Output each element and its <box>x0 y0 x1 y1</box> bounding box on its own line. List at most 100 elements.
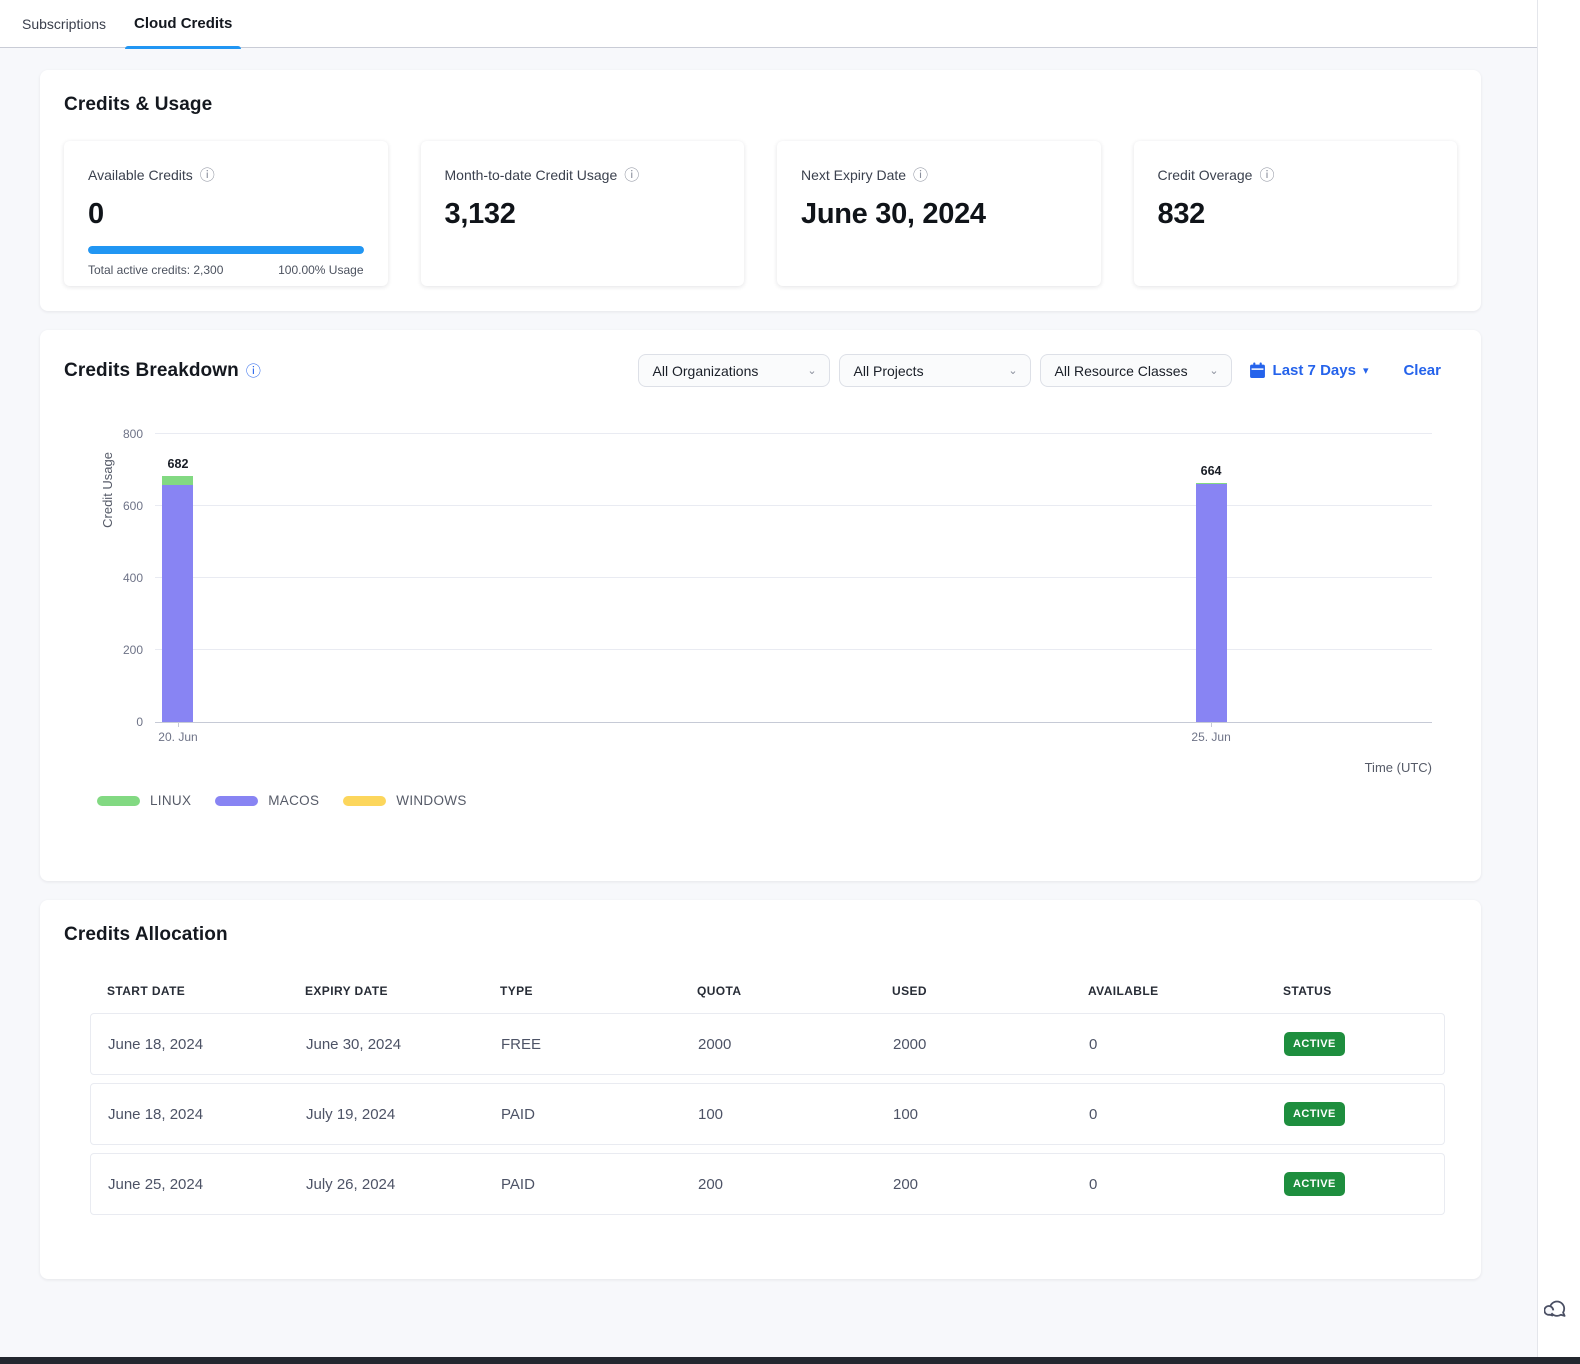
y-axis-tick-label: 200 <box>103 643 143 657</box>
credits-allocation-table: START DATEEXPIRY DATETYPEQUOTAUSEDAVAILA… <box>90 984 1445 1215</box>
quota-cell: 2000 <box>698 1036 893 1053</box>
start-date-cell: June 18, 2024 <box>108 1106 306 1123</box>
table-header-row: START DATEEXPIRY DATETYPEQUOTAUSEDAVAILA… <box>90 984 1445 998</box>
bottom-window-edge <box>0 1357 1580 1364</box>
quota-cell: 200 <box>698 1176 893 1193</box>
x-axis-title: Time (UTC) <box>1365 760 1432 775</box>
info-icon[interactable]: ⓘ <box>246 360 261 381</box>
chevron-down-icon: ⌄ <box>807 364 816 377</box>
breakdown-header: Credits Breakdown ⓘ All Organizations ⌄ … <box>64 354 1457 387</box>
column-header: USED <box>892 984 1088 998</box>
credits-usage-title: Credits & Usage <box>64 94 1457 116</box>
y-axis-tick-label: 400 <box>103 571 143 585</box>
table-row[interactable]: June 18, 2024June 30, 2024FREE200020000A… <box>90 1013 1445 1075</box>
expiry-date-cell: June 30, 2024 <box>306 1036 501 1053</box>
chat-support-button[interactable] <box>1541 1292 1577 1328</box>
chart-plot-area: 020040060080068220. Jun66425. Jun <box>155 435 1432 723</box>
tab-subscriptions[interactable]: Subscriptions <box>22 0 106 48</box>
table-row[interactable]: June 25, 2024July 26, 2024PAID2002000ACT… <box>90 1153 1445 1215</box>
status-badge: ACTIVE <box>1284 1032 1345 1056</box>
y-axis-tick-label: 800 <box>103 427 143 441</box>
organizations-dropdown[interactable]: All Organizations ⌄ <box>638 354 830 387</box>
available-credits-value: 0 <box>88 198 364 231</box>
info-icon[interactable]: ⓘ <box>1259 164 1274 185</box>
used-cell: 2000 <box>893 1036 1089 1053</box>
stat-label-text: Credit Overage <box>1158 167 1253 183</box>
expiry-date-cell: July 19, 2024 <box>306 1106 501 1123</box>
credit-overage-value: 832 <box>1158 198 1434 231</box>
next-expiry-value: June 30, 2024 <box>801 198 1077 231</box>
start-date-cell: June 25, 2024 <box>108 1176 306 1193</box>
chart-legend: LINUX MACOS WINDOWS <box>97 793 467 808</box>
stacked-bar[interactable]: 664 <box>1196 483 1227 722</box>
available-credits-footer: Total active credits: 2,300 100.00% Usag… <box>88 263 364 277</box>
credits-usage-section: Credits & Usage Available Credits ⓘ 0 To… <box>40 70 1481 311</box>
table-row[interactable]: June 18, 2024July 19, 2024PAID1001000ACT… <box>90 1083 1445 1145</box>
tab-cloud-credits[interactable]: Cloud Credits <box>134 0 232 48</box>
x-axis-tick-label: 20. Jun <box>158 730 197 744</box>
status-badge: ACTIVE <box>1284 1172 1345 1196</box>
usage-percent: 100.00% Usage <box>278 263 363 277</box>
clear-filters-link[interactable]: Clear <box>1403 362 1441 379</box>
resource-classes-dropdown[interactable]: All Resource Classes ⌄ <box>1040 354 1232 387</box>
info-icon[interactable]: ⓘ <box>624 164 639 185</box>
projects-dropdown[interactable]: All Projects ⌄ <box>839 354 1031 387</box>
type-cell: PAID <box>501 1176 698 1193</box>
available-cell: 0 <box>1089 1176 1284 1193</box>
y-axis-title: Credit Usage <box>100 452 115 528</box>
column-header: STATUS <box>1283 984 1445 998</box>
legend-label: WINDOWS <box>396 793 466 808</box>
breakdown-filters: All Organizations ⌄ All Projects ⌄ All R… <box>638 354 1457 387</box>
table-body: June 18, 2024June 30, 2024FREE200020000A… <box>90 1013 1445 1215</box>
gridline <box>155 577 1432 578</box>
legend-item-macos[interactable]: MACOS <box>215 793 319 808</box>
next-expiry-label: Next Expiry Date ⓘ <box>801 164 1077 185</box>
column-header: TYPE <box>500 984 697 998</box>
month-to-date-label: Month-to-date Credit Usage ⓘ <box>445 164 721 185</box>
expiry-date-cell: July 26, 2024 <box>306 1176 501 1193</box>
x-axis-tick-label: 25. Jun <box>1191 730 1230 744</box>
bar-segment-macos <box>162 485 193 722</box>
start-date-cell: June 18, 2024 <box>108 1036 306 1053</box>
stacked-bar[interactable]: 682 <box>162 476 193 722</box>
available-credits-label: Available Credits ⓘ <box>88 164 364 185</box>
usage-progress-fill <box>88 246 364 254</box>
stat-label-text: Available Credits <box>88 167 193 183</box>
next-expiry-card: Next Expiry Date ⓘ June 30, 2024 <box>777 141 1101 286</box>
column-header: AVAILABLE <box>1088 984 1283 998</box>
used-cell: 200 <box>893 1176 1089 1193</box>
info-icon[interactable]: ⓘ <box>913 164 928 185</box>
type-cell: PAID <box>501 1106 698 1123</box>
date-range-picker[interactable]: Last 7 Days ▾ <box>1249 362 1369 379</box>
credit-usage-chart: Credit Usage 020040060080068220. Jun6642… <box>64 395 1457 857</box>
scrollbar-gutter[interactable] <box>1537 0 1580 1364</box>
date-range-value: Last 7 Days <box>1273 362 1356 379</box>
column-header: START DATE <box>107 984 305 998</box>
stat-label-text: Next Expiry Date <box>801 167 906 183</box>
bar-total-label: 682 <box>168 457 189 471</box>
x-axis-tick <box>1211 722 1212 727</box>
main-content: Credits & Usage Available Credits ⓘ 0 To… <box>40 70 1481 1298</box>
legend-item-windows[interactable]: WINDOWS <box>343 793 466 808</box>
column-header: QUOTA <box>697 984 892 998</box>
organizations-dropdown-value: All Organizations <box>653 363 759 379</box>
x-axis-tick <box>178 722 179 727</box>
bar-segment-linux <box>162 476 193 485</box>
status-cell: ACTIVE <box>1284 1172 1444 1196</box>
chevron-down-icon: ⌄ <box>1209 364 1218 377</box>
chevron-down-icon: ⌄ <box>1008 364 1017 377</box>
projects-dropdown-value: All Projects <box>854 363 924 379</box>
resource-classes-dropdown-value: All Resource Classes <box>1055 363 1188 379</box>
month-to-date-card: Month-to-date Credit Usage ⓘ 3,132 <box>421 141 745 286</box>
type-cell: FREE <box>501 1036 698 1053</box>
column-header: EXPIRY DATE <box>305 984 500 998</box>
available-credits-card: Available Credits ⓘ 0 Total active credi… <box>64 141 388 286</box>
available-cell: 0 <box>1089 1036 1284 1053</box>
bar-segment-macos <box>1196 484 1227 722</box>
caret-down-icon: ▾ <box>1363 364 1369 377</box>
used-cell: 100 <box>893 1106 1089 1123</box>
quota-cell: 100 <box>698 1106 893 1123</box>
legend-item-linux[interactable]: LINUX <box>97 793 191 808</box>
info-icon[interactable]: ⓘ <box>200 164 215 185</box>
credits-allocation-title: Credits Allocation <box>64 924 1457 946</box>
